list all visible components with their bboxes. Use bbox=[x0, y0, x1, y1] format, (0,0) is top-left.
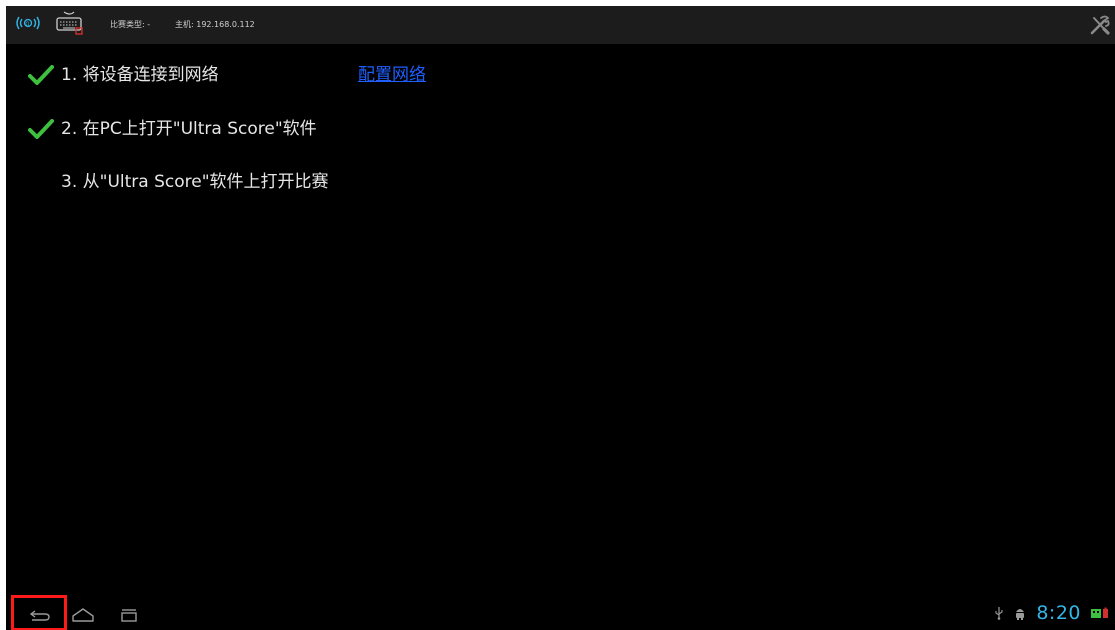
svg-text:Ω: Ω bbox=[26, 22, 30, 28]
host-ip-label: 主机: 192.168.0.112 bbox=[175, 20, 255, 29]
back-icon bbox=[29, 610, 50, 621]
configure-network-link[interactable]: 配置网络 bbox=[358, 58, 426, 92]
navigation-bar: 8:20 bbox=[6, 595, 1115, 630]
match-type-label: 比赛类型: - bbox=[110, 20, 151, 29]
back-button[interactable] bbox=[11, 595, 67, 630]
check-icon bbox=[28, 65, 54, 85]
app-screen: Ω 比赛类型: - 主机: 192.168.0.112 1. 将设备连接到网络 … bbox=[6, 6, 1115, 630]
home-button[interactable] bbox=[68, 596, 98, 630]
recent-apps-icon bbox=[121, 609, 137, 622]
clock: 8:20 bbox=[1036, 602, 1081, 624]
usb-icon bbox=[995, 607, 1003, 620]
home-icon bbox=[72, 608, 94, 622]
check-icon bbox=[28, 119, 54, 139]
top-status-bar: Ω 比赛类型: - 主机: 192.168.0.112 bbox=[6, 6, 1115, 44]
system-status-area: 8:20 bbox=[994, 596, 1109, 630]
step-label: 3. 从"Ultra Score"软件上打开比赛 bbox=[61, 172, 329, 192]
keyboard-icon[interactable] bbox=[54, 10, 84, 36]
recent-apps-button[interactable] bbox=[114, 596, 144, 630]
wifi-signal-icon: Ω bbox=[16, 16, 40, 30]
battery-icon bbox=[1091, 607, 1108, 618]
settings-tools-icon[interactable] bbox=[1089, 14, 1111, 36]
step-label: 2. 在PC上打开"Ultra Score"软件 bbox=[61, 119, 317, 139]
step-label: 1. 将设备连接到网络 bbox=[61, 65, 219, 85]
android-debug-icon bbox=[1016, 609, 1025, 620]
